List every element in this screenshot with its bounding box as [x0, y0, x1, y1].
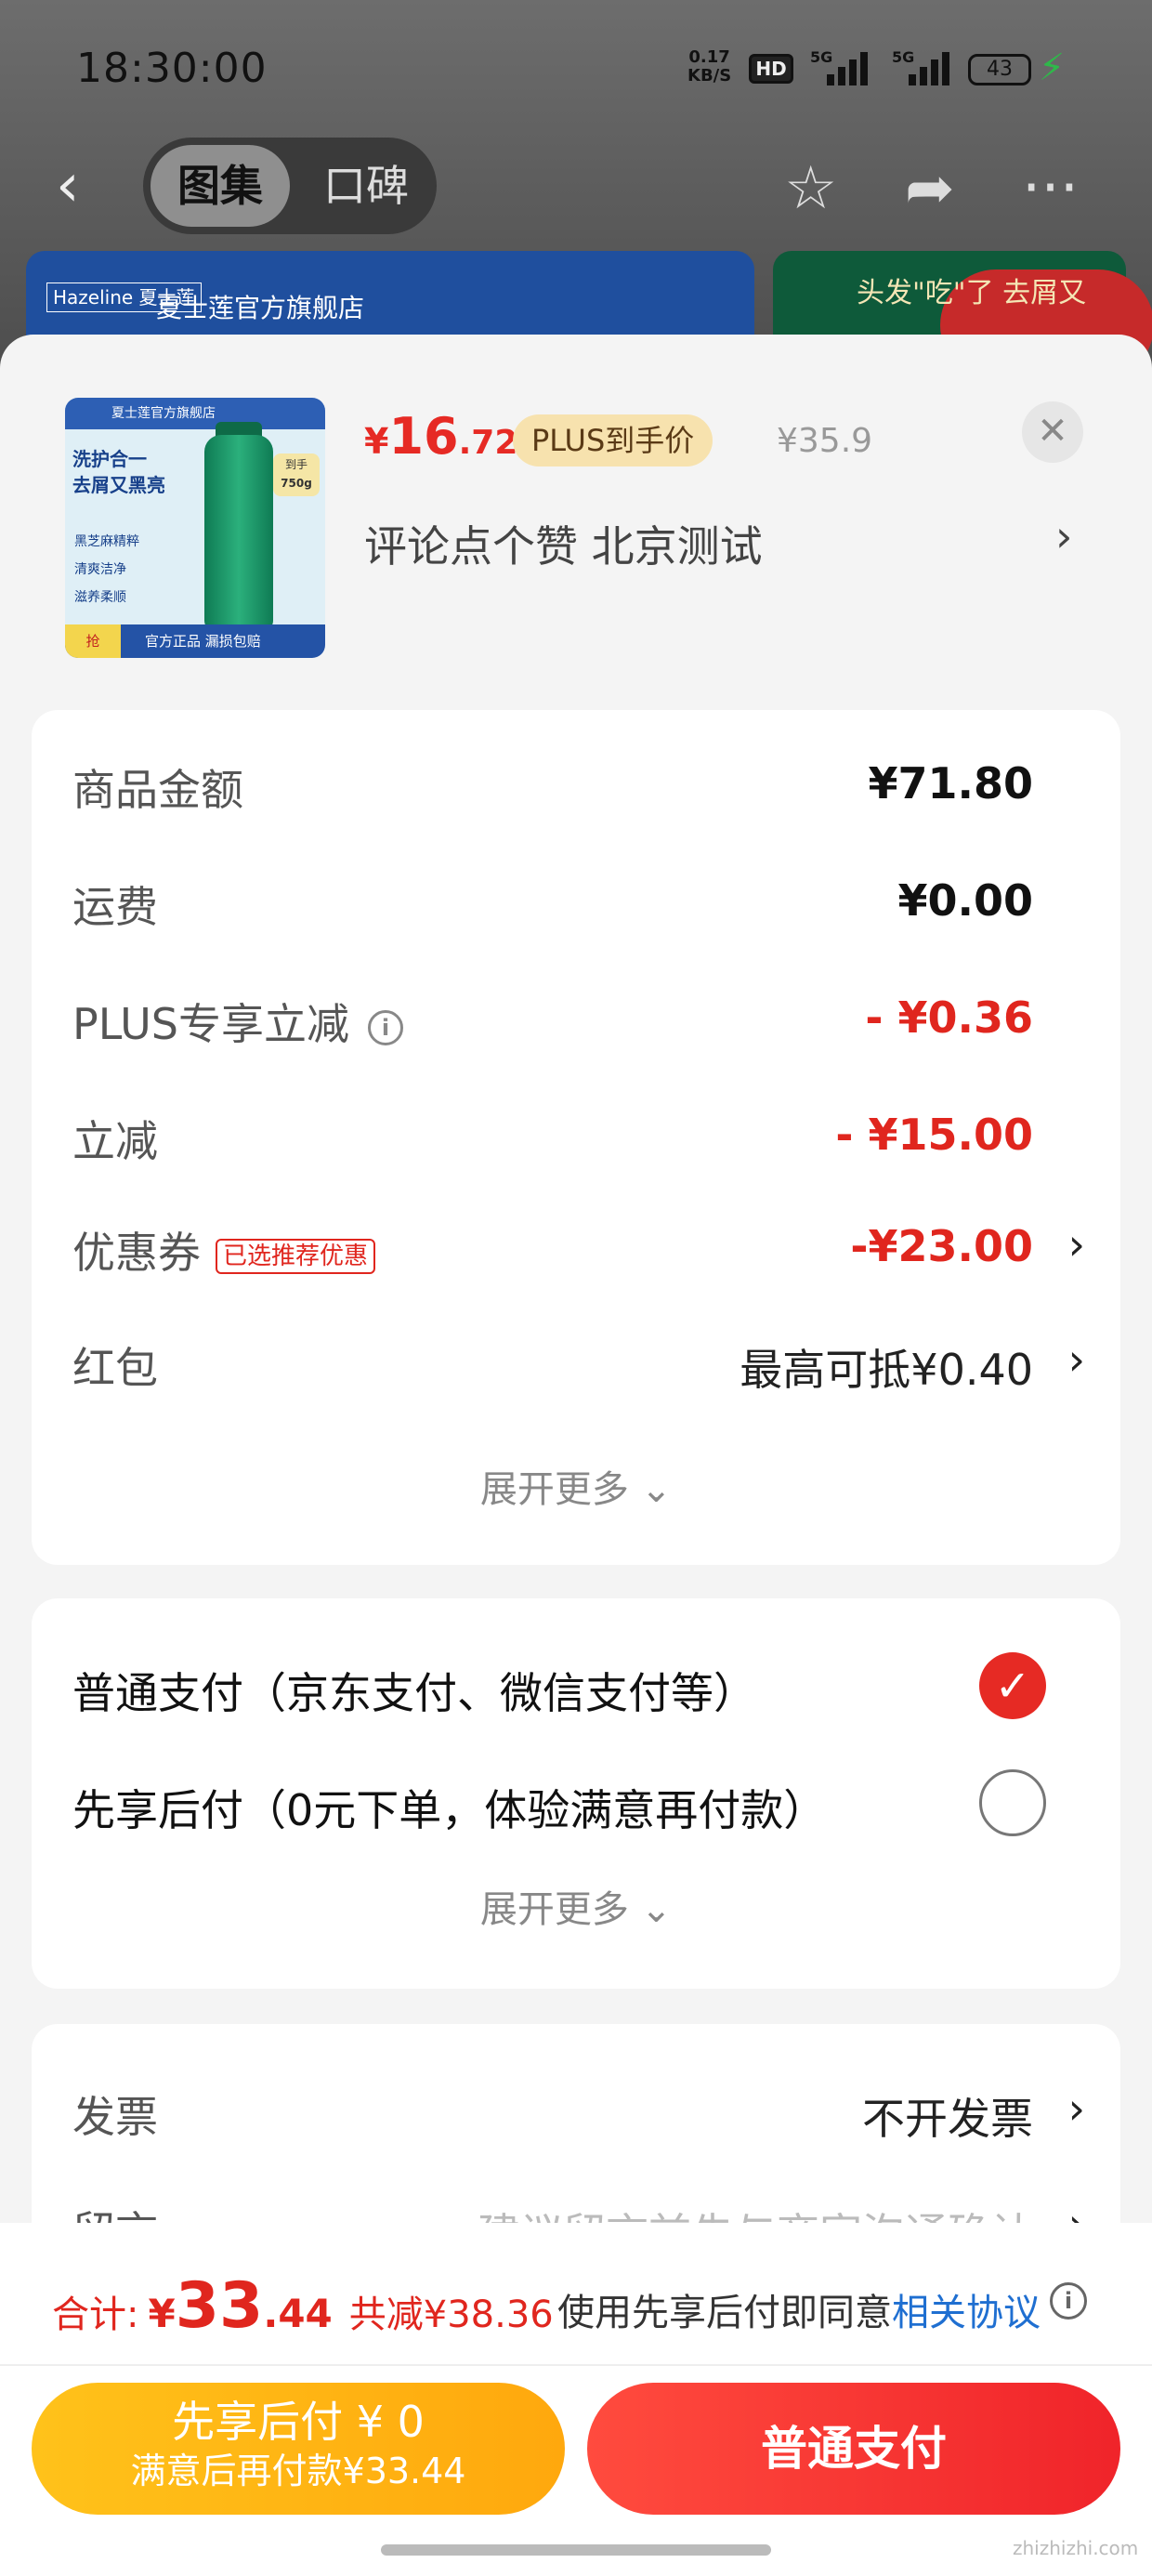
agreement-link[interactable]: 相关协议 [892, 2292, 1041, 2334]
shampoo-bottle-image [204, 435, 273, 630]
invoice-row[interactable]: 发票 不开发票 › [72, 2074, 1085, 2149]
hd-icon: HD [749, 54, 793, 84]
watermark: zhizhizhi.com [1013, 2537, 1139, 2559]
network-speed: 0.17 KB/S [687, 47, 732, 85]
product-header: 夏士莲官方旗舰店 洗护合一 去屑又黑亮 到手 750g 黑芝麻精粹 清爽洁净 滋养柔… [0, 335, 1152, 706]
tab-reviews[interactable]: 口碑 [301, 145, 431, 227]
close-icon: ✕ [1037, 410, 1068, 453]
normal-pay-button[interactable]: 普通支付 [587, 2383, 1120, 2515]
plus-price: ¥ 16 .72 [364, 407, 518, 466]
summary-row-coupon[interactable]: 优惠券 已选推荐优惠 -¥23.00 › [72, 1210, 1085, 1284]
unchecked-radio-icon[interactable] [979, 1769, 1046, 1836]
recommended-coupon-badge: 已选推荐优惠 [216, 1238, 376, 1274]
signal-icon: 5G [810, 48, 868, 85]
agreement-text: 使用先享后付即同意相关协议 [557, 2292, 1041, 2334]
store-banner-title: 夏士莲官方旗舰店 [156, 293, 365, 323]
star-icon[interactable]: ☆ [784, 154, 837, 223]
sku-selector[interactable]: 评论点个赞 北京测试 [364, 513, 763, 574]
payment-option-pay-later[interactable]: 先享后付（0元下单，体验满意再付款） [72, 1769, 1085, 1844]
summary-row-red-packet[interactable]: 红包 最高可抵¥0.40 › [72, 1325, 1085, 1400]
back-icon[interactable]: ‹ [56, 156, 80, 216]
charging-icon: ⚡ [1039, 46, 1066, 89]
checkout-bar: 合计: ¥ 33 .44 共减¥38.36 使用先享后付即同意相关协议 i 先享… [0, 2223, 1152, 2576]
status-time: 18:30:00 [76, 45, 268, 92]
chevron-right-icon[interactable]: › [1055, 511, 1072, 561]
order-total: 合计: ¥ 33 .44 共减¥38.36 [52, 2269, 554, 2343]
chevron-down-icon: ⌄ [640, 1468, 673, 1511]
pay-later-button[interactable]: 先享后付 ¥ 0 满意后再付款¥33.44 [32, 2383, 565, 2515]
chevron-right-icon: › [1067, 2083, 1085, 2134]
summary-row-shipping: 运费 ¥0.00 [72, 875, 1033, 932]
signal-icon-2: 5G [892, 48, 949, 85]
promo-banner-title: 头发"吃"了 去屑又 [857, 277, 1087, 309]
product-image[interactable]: 夏士莲官方旗舰店 洗护合一 去屑又黑亮 到手 750g 黑芝麻精粹 清爽洁净 滋养柔… [65, 398, 325, 658]
tab-gallery[interactable]: 图集 [151, 145, 290, 227]
payment-method-card: 普通支付（京东支付、微信支付等） ✓ 先享后付（0元下单，体验满意再付款） 展开… [32, 1598, 1120, 1989]
summary-row-discount: 立减 - ¥15.00 [72, 1110, 1033, 1166]
summary-row-plus-discount: PLUS专享立减 i - ¥0.36 [72, 992, 1033, 1049]
chevron-down-icon: ⌄ [640, 1888, 673, 1931]
price-summary-card: 商品金额 ¥71.80 运费 ¥0.00 PLUS专享立减 i - ¥0.36 立… [32, 710, 1120, 1565]
summary-row-goods: 商品金额 ¥71.80 [72, 758, 1033, 815]
share-icon[interactable]: ➦ [905, 154, 955, 223]
expand-more-summary[interactable]: 展开更多 ⌄ [32, 1459, 1120, 1513]
battery-icon: 43 [968, 54, 1031, 85]
status-bar: 18:30:00 0.17 KB/S HD 5G 5G 43 ⚡ [0, 0, 1152, 139]
info-icon[interactable]: i [367, 1009, 403, 1045]
checked-radio-icon[interactable]: ✓ [979, 1652, 1046, 1719]
expand-more-payment[interactable]: 展开更多 ⌄ [32, 1879, 1120, 1933]
payment-option-normal[interactable]: 普通支付（京东支付、微信支付等） ✓ [72, 1652, 1085, 1727]
total-saved: 共减¥38.36 [348, 2293, 554, 2336]
home-indicator[interactable] [381, 2544, 771, 2556]
top-nav: ‹ 图集 口碑 ☆ ➦ ··· [0, 138, 1152, 240]
chevron-right-icon: › [1067, 1219, 1085, 1269]
more-icon[interactable]: ··· [1022, 154, 1079, 223]
info-icon[interactable]: i [1050, 2282, 1087, 2320]
close-button[interactable]: ✕ [1022, 401, 1083, 463]
chevron-right-icon: › [1067, 1334, 1085, 1385]
original-price: ¥35.9 [777, 422, 873, 460]
gallery-review-switch: 图集 口碑 [143, 138, 437, 234]
plus-price-tag: PLUS到手价 [513, 414, 713, 467]
